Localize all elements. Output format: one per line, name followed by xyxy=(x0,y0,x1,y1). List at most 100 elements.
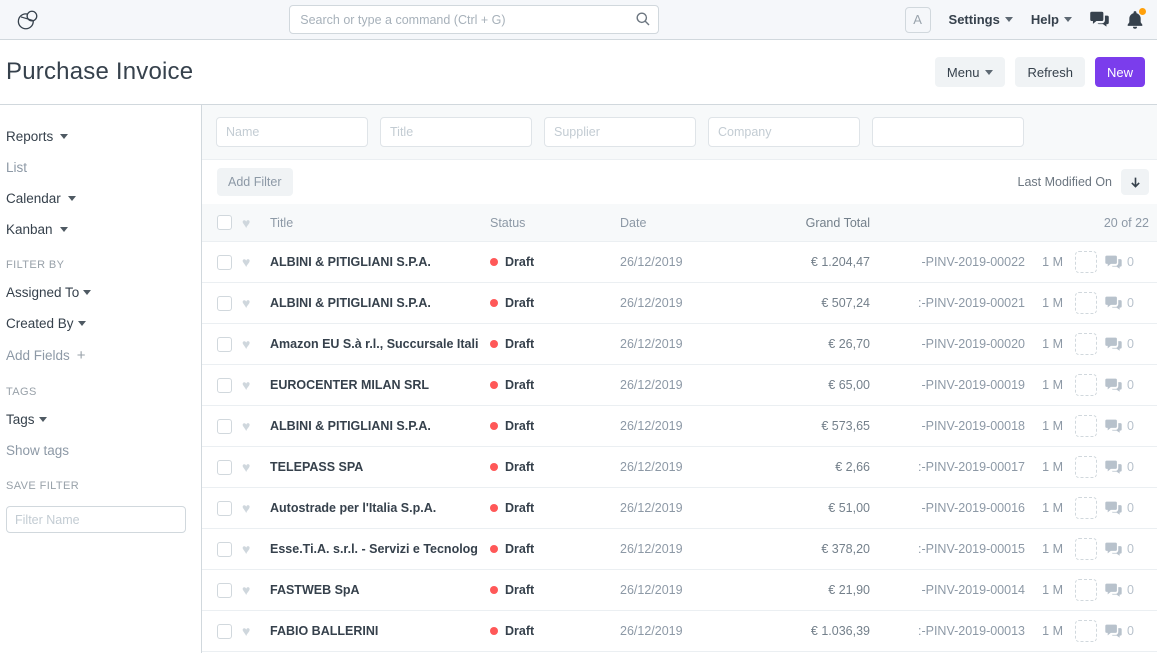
assign-avatar-placeholder[interactable] xyxy=(1075,620,1097,642)
filter-title-field[interactable] xyxy=(380,117,532,147)
sidebar-item-tags[interactable]: Tags xyxy=(6,412,191,427)
sidebar-item-calendar[interactable]: Calendar xyxy=(6,191,191,206)
user-avatar[interactable]: A xyxy=(905,7,931,33)
new-button[interactable]: New xyxy=(1095,57,1145,87)
invoice-row[interactable]: ♥ Esse.Ti.A. s.r.l. - Servizi e Tecnolog… xyxy=(202,529,1157,570)
comment-count[interactable]: 0 xyxy=(1105,255,1149,270)
assign-avatar-placeholder[interactable] xyxy=(1075,333,1097,355)
invoice-supplier-title[interactable]: FASTWEB SpA xyxy=(270,583,490,597)
heart-icon[interactable]: ♥ xyxy=(242,255,258,269)
comment-count[interactable]: 0 xyxy=(1105,624,1149,639)
comment-count[interactable]: 0 xyxy=(1105,378,1149,393)
invoice-row[interactable]: ♥ EUROCENTER MILAN SRL Draft 26/12/2019 … xyxy=(202,365,1157,406)
add-filter-button[interactable]: Add Filter xyxy=(217,168,293,196)
row-checkbox[interactable] xyxy=(217,542,232,557)
assign-avatar-placeholder[interactable] xyxy=(1075,251,1097,273)
assign-avatar-placeholder[interactable] xyxy=(1075,456,1097,478)
comment-count[interactable]: 0 xyxy=(1105,460,1149,475)
row-checkbox[interactable] xyxy=(217,501,232,516)
sort-field-label[interactable]: Last Modified On xyxy=(1018,175,1113,189)
invoice-supplier-title[interactable]: ALBINI & PITIGLIANI S.P.A. xyxy=(270,419,490,433)
sidebar-item-created-by[interactable]: Created By xyxy=(6,316,191,331)
search-input[interactable] xyxy=(289,5,659,34)
sidebar-item-show-tags[interactable]: Show tags xyxy=(6,443,191,458)
assign-avatar-placeholder[interactable] xyxy=(1075,538,1097,560)
select-all-checkbox[interactable] xyxy=(217,215,232,230)
chat-button[interactable] xyxy=(1090,11,1109,28)
invoice-id[interactable]: -PINV-2019-00019 xyxy=(870,378,1025,392)
invoice-supplier-title[interactable]: ALBINI & PITIGLIANI S.P.A. xyxy=(270,296,490,310)
heart-icon[interactable]: ♥ xyxy=(242,583,258,597)
home-logo[interactable] xyxy=(14,5,44,35)
heart-icon[interactable]: ♥ xyxy=(242,419,258,433)
comment-count[interactable]: 0 xyxy=(1105,419,1149,434)
row-checkbox[interactable] xyxy=(217,337,232,352)
invoice-row[interactable]: ♥ TELEPASS SPA Draft 26/12/2019 € 2,66 :… xyxy=(202,447,1157,488)
row-checkbox[interactable] xyxy=(217,378,232,393)
heart-icon[interactable]: ♥ xyxy=(242,296,258,310)
comment-count[interactable]: 0 xyxy=(1105,296,1149,311)
heart-icon[interactable]: ♥ xyxy=(242,542,258,556)
filter-extra-field[interactable] xyxy=(872,117,1024,147)
row-checkbox[interactable] xyxy=(217,419,232,434)
invoice-id[interactable]: :-PINV-2019-00017 xyxy=(870,460,1025,474)
comment-count[interactable]: 0 xyxy=(1105,542,1149,557)
row-checkbox[interactable] xyxy=(217,255,232,270)
invoice-id[interactable]: -PINV-2019-00014 xyxy=(870,583,1025,597)
assign-avatar-placeholder[interactable] xyxy=(1075,415,1097,437)
notifications-button[interactable] xyxy=(1127,11,1143,29)
menu-button[interactable]: Menu xyxy=(935,57,1006,87)
invoice-row[interactable]: ♥ ALBINI & PITIGLIANI S.P.A. Draft 26/12… xyxy=(202,242,1157,283)
invoice-supplier-title[interactable]: ALBINI & PITIGLIANI S.P.A. xyxy=(270,255,490,269)
comment-count[interactable]: 0 xyxy=(1105,337,1149,352)
filter-company-field[interactable] xyxy=(708,117,860,147)
invoice-id[interactable]: :-PINV-2019-00021 xyxy=(870,296,1025,310)
invoice-supplier-title[interactable]: Esse.Ti.A. s.r.l. - Servizi e Tecnolog xyxy=(270,542,490,556)
invoice-id[interactable]: :-PINV-2019-00013 xyxy=(870,624,1025,638)
assign-avatar-placeholder[interactable] xyxy=(1075,497,1097,519)
sidebar-item-add-fields[interactable]: Add Fields + xyxy=(6,347,191,364)
invoice-supplier-title[interactable]: Amazon EU S.à r.l., Succursale Itali xyxy=(270,337,490,351)
comment-count[interactable]: 0 xyxy=(1105,583,1149,598)
invoice-row[interactable]: ♥ FABIO BALLERINI Draft 26/12/2019 € 1.0… xyxy=(202,611,1157,652)
filter-name-input[interactable] xyxy=(6,506,186,533)
invoice-supplier-title[interactable]: EUROCENTER MILAN SRL xyxy=(270,378,490,392)
sort-direction-button[interactable] xyxy=(1121,169,1149,195)
sidebar-item-reports[interactable]: Reports xyxy=(6,129,191,144)
invoice-row[interactable]: ♥ FASTWEB SpA Draft 26/12/2019 € 21,90 -… xyxy=(202,570,1157,611)
sidebar-item-kanban[interactable]: Kanban xyxy=(6,222,191,237)
invoice-id[interactable]: -PINV-2019-00022 xyxy=(870,255,1025,269)
comment-count[interactable]: 0 xyxy=(1105,501,1149,516)
help-menu[interactable]: Help xyxy=(1031,12,1072,27)
settings-menu[interactable]: Settings xyxy=(949,12,1013,27)
like-filter-icon[interactable]: ♥ xyxy=(242,216,258,230)
invoice-id[interactable]: -PINV-2019-00018 xyxy=(870,419,1025,433)
row-checkbox[interactable] xyxy=(217,296,232,311)
result-count[interactable]: 20 of 22 xyxy=(870,216,1149,230)
sidebar-item-assigned-to[interactable]: Assigned To xyxy=(6,285,191,300)
invoice-row[interactable]: ♥ ALBINI & PITIGLIANI S.P.A. Draft 26/12… xyxy=(202,406,1157,447)
assign-avatar-placeholder[interactable] xyxy=(1075,292,1097,314)
invoice-supplier-title[interactable]: Autostrade per l'Italia S.p.A. xyxy=(270,501,490,515)
heart-icon[interactable]: ♥ xyxy=(242,337,258,351)
invoice-id[interactable]: -PINV-2019-00020 xyxy=(870,337,1025,351)
filter-name-field[interactable] xyxy=(216,117,368,147)
sidebar-item-list[interactable]: List xyxy=(6,160,191,175)
invoice-row[interactable]: ♥ Autostrade per l'Italia S.p.A. Draft 2… xyxy=(202,488,1157,529)
invoice-id[interactable]: -PINV-2019-00016 xyxy=(870,501,1025,515)
refresh-button[interactable]: Refresh xyxy=(1015,57,1085,87)
invoice-supplier-title[interactable]: TELEPASS SPA xyxy=(270,460,490,474)
row-checkbox[interactable] xyxy=(217,583,232,598)
assign-avatar-placeholder[interactable] xyxy=(1075,579,1097,601)
invoice-supplier-title[interactable]: FABIO BALLERINI xyxy=(270,624,490,638)
row-checkbox[interactable] xyxy=(217,624,232,639)
heart-icon[interactable]: ♥ xyxy=(242,501,258,515)
invoice-id[interactable]: :-PINV-2019-00015 xyxy=(870,542,1025,556)
heart-icon[interactable]: ♥ xyxy=(242,460,258,474)
invoice-row[interactable]: ♥ ALBINI & PITIGLIANI S.P.A. Draft 26/12… xyxy=(202,283,1157,324)
invoice-row[interactable]: ♥ Amazon EU S.à r.l., Succursale Itali D… xyxy=(202,324,1157,365)
assign-avatar-placeholder[interactable] xyxy=(1075,374,1097,396)
heart-icon[interactable]: ♥ xyxy=(242,624,258,638)
row-checkbox[interactable] xyxy=(217,460,232,475)
filter-supplier-field[interactable] xyxy=(544,117,696,147)
